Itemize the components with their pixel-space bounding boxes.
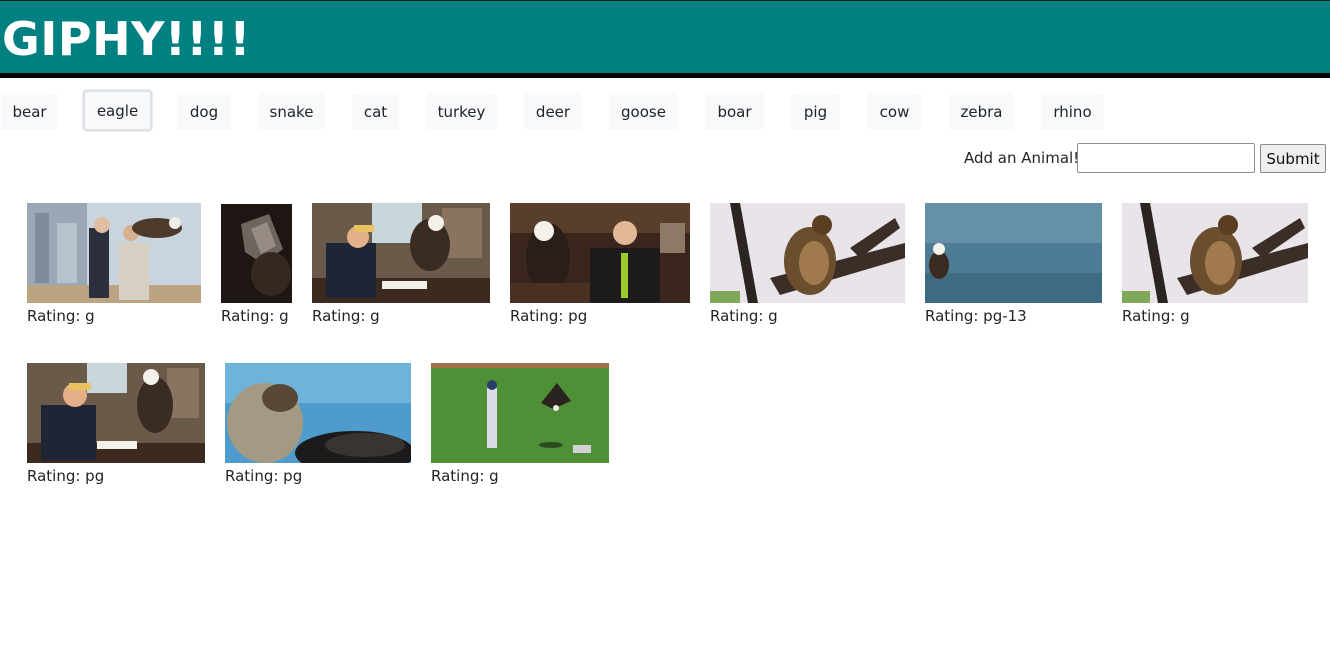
gif-image[interactable] (431, 363, 609, 463)
gif-rating: Rating: pg-13 (925, 307, 1027, 325)
gif-image[interactable] (221, 204, 292, 303)
add-animal-label: Add an Animal! (964, 149, 1080, 167)
animal-button-cat[interactable]: cat (352, 93, 399, 130)
animal-button-pig[interactable]: pig (791, 93, 840, 130)
submit-button[interactable]: Submit (1260, 144, 1326, 173)
gif-rating: Rating: pg (225, 467, 303, 485)
gif-image[interactable] (710, 203, 905, 303)
animal-button-deer[interactable]: deer (524, 93, 582, 130)
gif-rating: Rating: g (1122, 307, 1190, 325)
animal-button-cow[interactable]: cow (867, 93, 922, 130)
animal-button-dog[interactable]: dog (177, 93, 231, 130)
animal-button-goose[interactable]: goose (609, 93, 678, 130)
animal-button-snake[interactable]: snake (258, 93, 325, 130)
gif-rating: Rating: g (221, 307, 289, 325)
gif-image[interactable] (225, 363, 411, 463)
gif-image[interactable] (510, 203, 690, 303)
animal-button-boar[interactable]: boar (705, 93, 764, 130)
gif-rating: Rating: g (27, 307, 95, 325)
gif-image[interactable] (27, 203, 201, 303)
add-animal-input[interactable] (1077, 143, 1255, 173)
animal-button-eagle[interactable]: eagle (83, 90, 152, 131)
animal-button-rhino[interactable]: rhino (1041, 93, 1104, 130)
gif-image[interactable] (1122, 203, 1308, 303)
gif-rating: Rating: g (431, 467, 499, 485)
animal-button-zebra[interactable]: zebra (949, 93, 1014, 130)
gif-rating: Rating: g (710, 307, 778, 325)
site-title: GIPHY!!!! (2, 12, 251, 66)
gif-image[interactable] (27, 363, 205, 463)
gif-rating: Rating: g (312, 307, 380, 325)
animal-button-bear[interactable]: bear (1, 93, 58, 130)
site-header: GIPHY!!!! (0, 0, 1330, 78)
animal-button-turkey[interactable]: turkey (426, 93, 497, 130)
gif-image[interactable] (925, 203, 1102, 303)
gif-rating: Rating: pg (27, 467, 105, 485)
gif-image[interactable] (312, 203, 490, 303)
gif-rating: Rating: pg (510, 307, 588, 325)
